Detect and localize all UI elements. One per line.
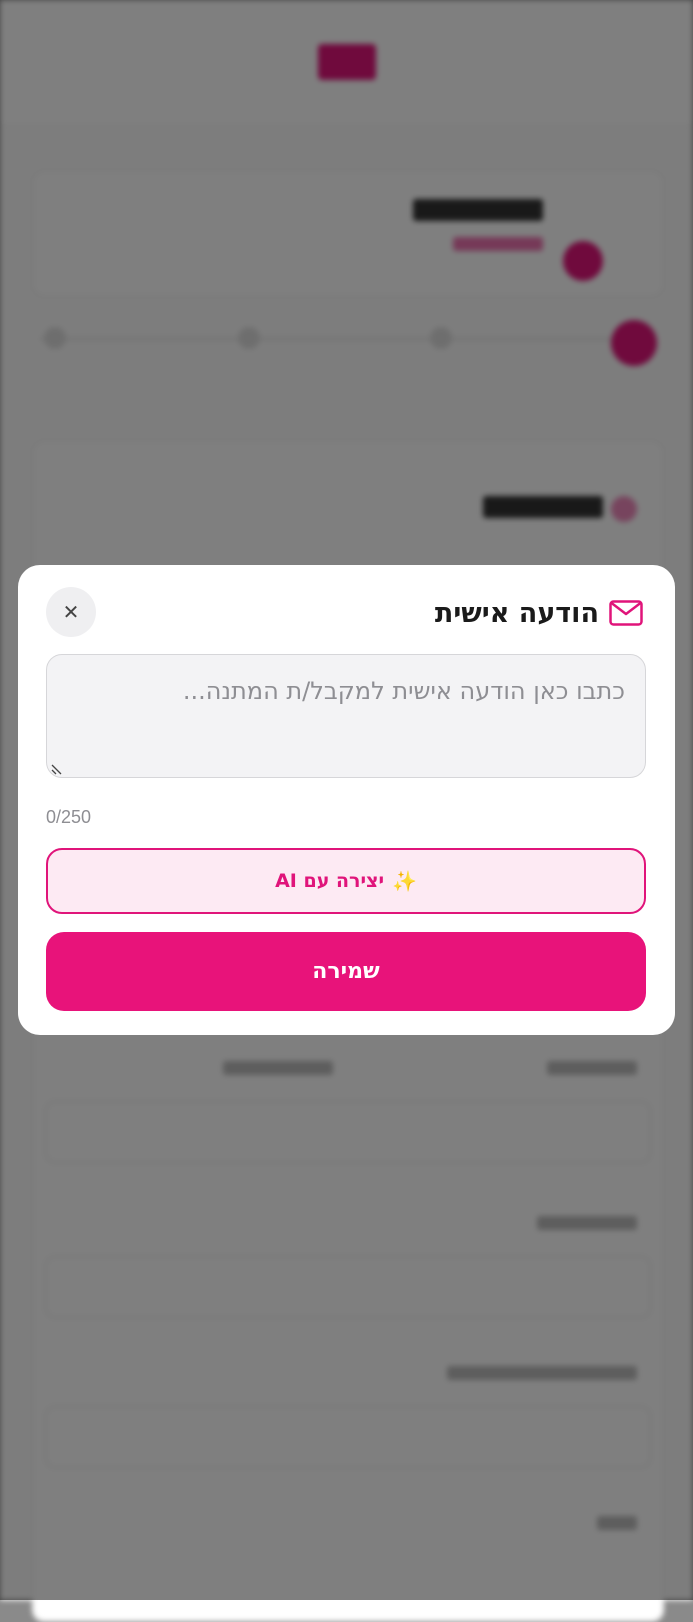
sparkles-icon: ✨	[392, 869, 417, 893]
modal-title: הודעה אישית	[434, 597, 599, 629]
modal-header: הודעה אישית	[435, 593, 643, 633]
envelope-icon	[609, 600, 643, 626]
close-icon: ✕	[62, 600, 80, 624]
save-button[interactable]: שמירה	[46, 932, 646, 1011]
close-button[interactable]: ✕	[46, 587, 96, 637]
message-input[interactable]	[47, 655, 645, 777]
char-counter: 0/250	[46, 807, 92, 827]
personal-message-modal: הודעה אישית ✕ 0/250 ✨ יצירה עם AI שמירה	[18, 565, 675, 1035]
message-field[interactable]	[46, 654, 646, 778]
generate-with-ai-button[interactable]: ✨ יצירה עם AI	[46, 848, 646, 914]
save-button-label: שמירה	[312, 959, 380, 984]
ai-button-label: יצירה עם AI	[275, 870, 385, 892]
resize-handle-icon[interactable]	[51, 761, 65, 775]
